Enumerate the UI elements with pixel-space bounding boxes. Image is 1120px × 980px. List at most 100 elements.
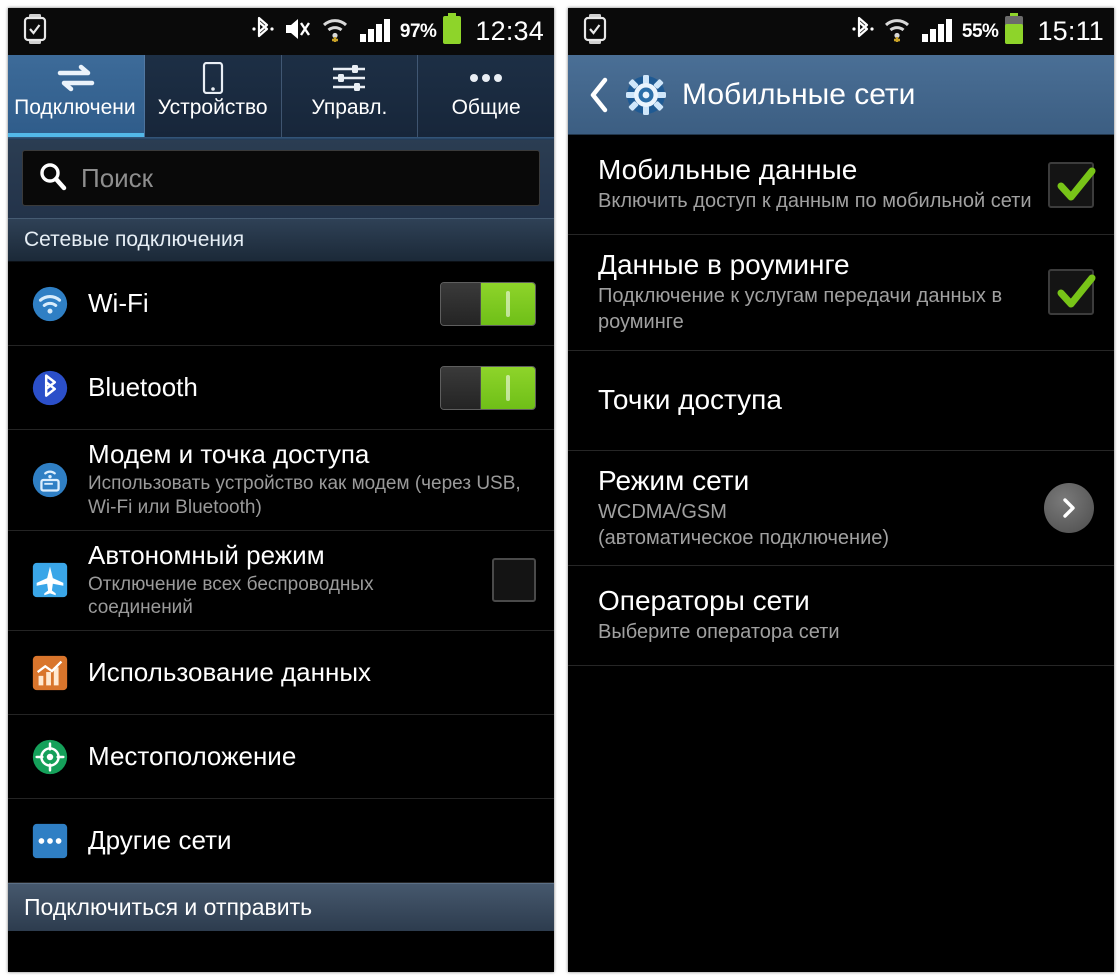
page-title: Мобильные сети <box>682 77 916 111</box>
list-item-bluetooth-title: Bluetooth <box>88 371 198 402</box>
status-clock: 15:11 <box>1037 16 1104 46</box>
battery-percent-label: 55% <box>961 20 999 42</box>
watch-icon <box>582 14 608 49</box>
wifi-icon <box>320 14 350 49</box>
bluetooth-toggle[interactable] <box>440 365 536 410</box>
list-item-other-networks[interactable]: Другие сети <box>8 799 554 884</box>
left-panel-filler <box>8 931 554 972</box>
section-header-network: Сетевые подключения <box>8 218 554 262</box>
list-item-mobile-data-text: Мобильные данные Включить доступ к данны… <box>598 140 1032 229</box>
list-item-location[interactable]: Местоположение <box>8 715 554 800</box>
list-item-network-operators[interactable]: Операторы сети Выберите оператора сети <box>568 566 1114 667</box>
list-item-data-usage[interactable]: Использование данных <box>8 631 554 716</box>
settings-tab-bar: Подключени Устройство Управл. Общие <box>8 55 554 137</box>
list-item-mobile-data-subtitle: Включить доступ к данным по мобильной се… <box>598 190 1032 213</box>
connect-and-share-label: Подключиться и отправить <box>24 894 313 921</box>
tab-connections[interactable]: Подключени <box>8 55 145 137</box>
bluetooth-icon <box>852 14 874 49</box>
list-item-network-operators-title: Операторы сети <box>598 585 810 617</box>
list-item-other-networks-title: Другие сети <box>88 825 232 856</box>
more-dots-icon <box>464 61 508 95</box>
data-roaming-checkbox[interactable] <box>1048 269 1096 316</box>
left-phone-panel: 97% 12:34 Подключени Устройство Управл. … <box>8 8 554 972</box>
list-item-wifi-text: Wi-Fi <box>88 279 428 328</box>
list-item-network-mode[interactable]: Режим сети WCDMA/GSM (автоматическое под… <box>568 450 1114 567</box>
list-item-tethering-text: Модем и точка доступа Использовать устро… <box>88 430 536 530</box>
other-networks-icon <box>30 821 70 861</box>
list-item-access-points-text: Точки доступа <box>598 370 1094 429</box>
status-right-icons: 97% 12:34 <box>252 13 544 50</box>
list-item-airplane-mode[interactable]: Автономный режим Отключение всех беспров… <box>8 530 554 632</box>
list-item-airplane-subtitle: Отключение всех беспроводных соединений <box>88 573 374 619</box>
list-item-data-usage-title: Использование данных <box>88 657 372 688</box>
right-phone-panel: 55% 15:11 Мобильные сети Мобильные данны… <box>568 8 1114 972</box>
settings-list: Wi-Fi Bluetooth Модем и точка доступа Ис… <box>8 262 554 884</box>
list-item-other-networks-text: Другие сети <box>88 816 536 865</box>
list-item-data-roaming-title: Данные в роуминге <box>598 249 850 280</box>
chevron-right-icon <box>1063 498 1075 518</box>
phone-icon <box>201 61 225 95</box>
list-item-bluetooth[interactable]: Bluetooth <box>8 346 554 430</box>
airplane-icon <box>30 560 70 600</box>
search-input[interactable]: Поиск <box>22 150 540 206</box>
screenshot-root: 97% 12:34 Подключени Устройство Управл. … <box>0 0 1120 980</box>
data-usage-icon <box>30 653 70 693</box>
bluetooth-circle-icon <box>30 368 70 408</box>
list-item-mobile-data-title: Мобильные данные <box>598 154 858 186</box>
list-item-network-mode-title: Режим сети <box>598 464 750 496</box>
list-item-location-text: Местоположение <box>88 732 536 781</box>
status-left-icons <box>22 14 48 49</box>
tab-general-label: Общие <box>451 96 521 119</box>
list-item-airplane-title: Автономный режим <box>88 539 325 570</box>
watch-icon <box>22 14 48 49</box>
tab-device-label: Устройство <box>157 96 268 119</box>
list-item-data-roaming-text: Данные в роуминге Подключение к услугам … <box>598 235 1032 350</box>
airplane-mode-checkbox[interactable] <box>492 558 536 603</box>
tethering-icon <box>30 460 70 500</box>
back-chevron-icon[interactable] <box>582 75 620 115</box>
network-mode-chevron-button[interactable] <box>1044 482 1094 533</box>
connect-and-share-bar[interactable]: Подключиться и отправить <box>8 883 554 932</box>
battery-percent-label: 97% <box>399 20 437 42</box>
settings-gear-icon <box>624 73 668 117</box>
mute-icon <box>282 14 312 49</box>
left-panel-body: Поиск Сетевые подключения Wi-Fi Bluetoot… <box>8 140 554 972</box>
check-icon <box>1057 167 1096 200</box>
sliders-icon <box>330 61 368 95</box>
wifi-toggle[interactable] <box>440 281 536 326</box>
list-item-access-points[interactable]: Точки доступа <box>568 350 1114 451</box>
list-item-location-title: Местоположение <box>88 741 297 772</box>
right-status-right-icons: 55% 15:11 <box>852 13 1104 50</box>
search-placeholder-text: Поиск <box>81 162 154 193</box>
mobile-data-checkbox[interactable] <box>1048 161 1096 208</box>
connections-arrows-icon <box>54 61 98 95</box>
list-item-data-roaming[interactable]: Данные в роуминге Подключение к услугам … <box>568 235 1114 351</box>
signal-icon <box>358 14 392 49</box>
section-header-label: Сетевые подключения <box>24 228 245 251</box>
list-item-tethering-title: Модем и точка доступа <box>88 439 370 469</box>
search-icon <box>37 161 67 196</box>
list-item-tethering[interactable]: Модем и точка доступа Использовать устро… <box>8 430 554 531</box>
left-status-bar: 97% 12:34 <box>8 8 554 55</box>
check-icon <box>1057 274 1096 308</box>
right-panel-body: Мобильные данные Включить доступ к данны… <box>568 135 1114 972</box>
bluetooth-icon <box>252 14 274 49</box>
list-item-wifi[interactable]: Wi-Fi <box>8 262 554 346</box>
right-status-bar: 55% 15:11 <box>568 8 1114 55</box>
list-item-network-mode-text: Режим сети WCDMA/GSM (автоматическое под… <box>598 451 1028 566</box>
list-item-data-roaming-subtitle: Подключение к услугам передачи данных в … <box>598 285 1003 333</box>
tab-connections-label: Подключени <box>14 96 136 119</box>
tab-controls[interactable]: Управл. <box>282 55 419 137</box>
tab-device[interactable]: Устройство <box>145 55 282 137</box>
search-bar-container: Поиск <box>8 140 554 218</box>
wifi-circle-icon <box>30 284 70 324</box>
wifi-icon <box>882 14 912 49</box>
tab-general[interactable]: Общие <box>418 55 554 137</box>
action-bar: Мобильные сети <box>568 55 1114 135</box>
right-status-left-icons <box>582 14 608 49</box>
list-item-airplane-text: Автономный режим Отключение всех беспров… <box>88 531 480 631</box>
battery-icon <box>441 13 463 50</box>
list-item-access-points-title: Точки доступа <box>598 384 782 416</box>
list-item-mobile-data[interactable]: Мобильные данные Включить доступ к данны… <box>568 135 1114 235</box>
list-item-data-usage-text: Использование данных <box>88 648 536 697</box>
